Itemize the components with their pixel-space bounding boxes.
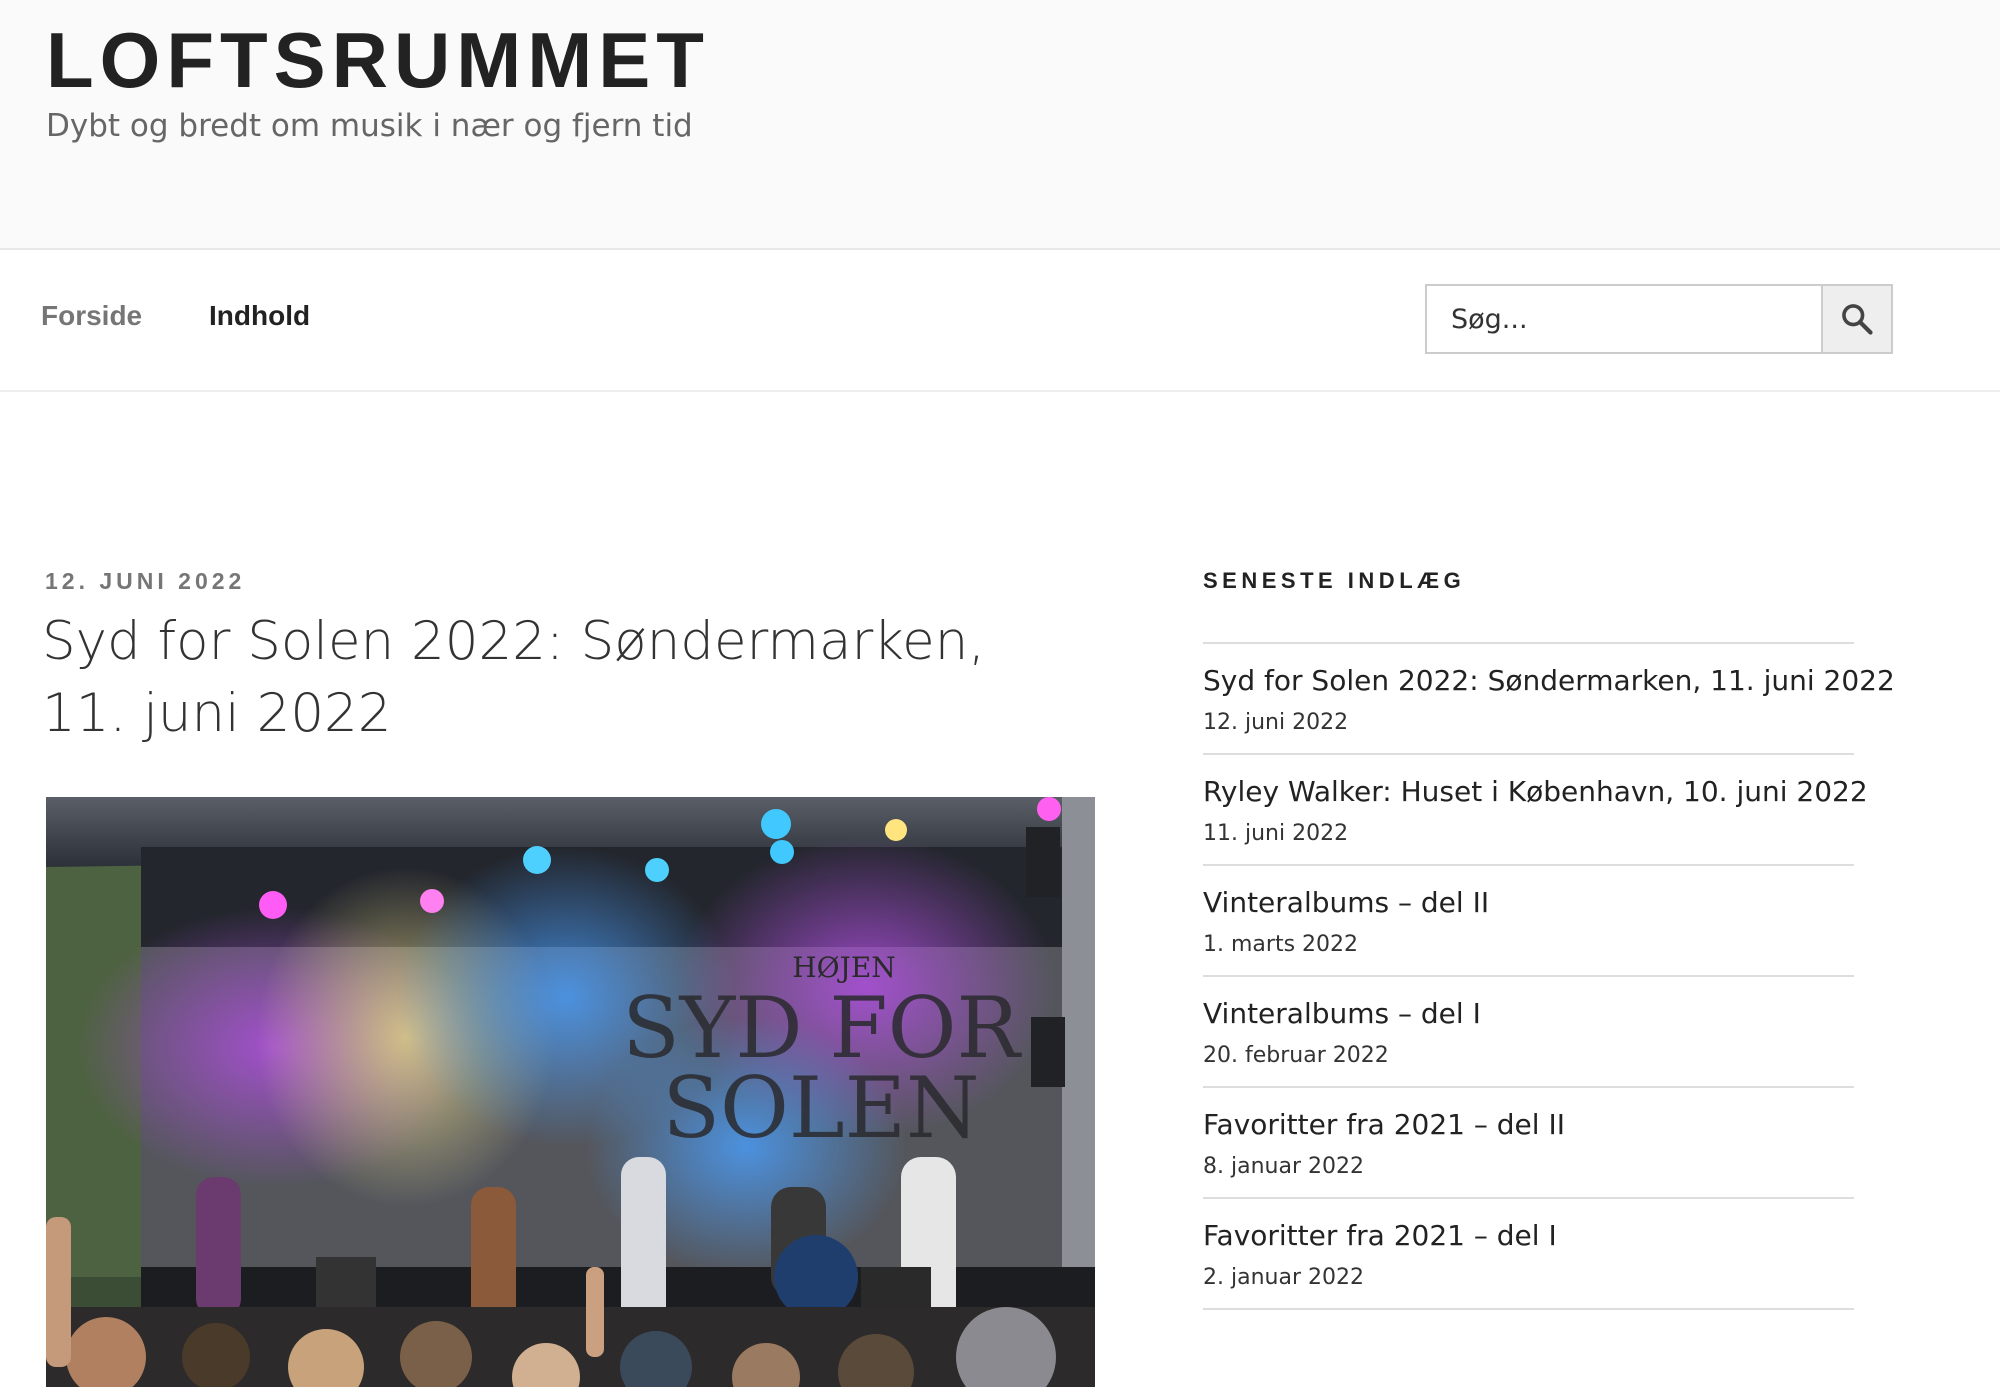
search-button[interactable]	[1821, 286, 1891, 352]
nav-item-forside[interactable]: Forside	[41, 300, 142, 332]
banner-text-solen: SOLEN	[662, 1059, 979, 1157]
concert-photo: HØJEN SYD FOR SOLEN	[46, 797, 1095, 1387]
list-item: Favoritter fra 2021 – del I 2. januar 20…	[1203, 1199, 1854, 1310]
site-description: Dybt og bredt om musik i nær og fjern ti…	[46, 108, 693, 144]
recent-post-date: 11. juni 2022	[1203, 821, 1349, 846]
nav-item-indhold[interactable]: Indhold	[209, 300, 310, 332]
list-item: Favoritter fra 2021 – del II 8. januar 2…	[1203, 1088, 1854, 1199]
recent-post-date: 8. januar 2022	[1203, 1154, 1364, 1179]
recent-post-date: 2. januar 2022	[1203, 1265, 1364, 1290]
recent-post-date: 20. februar 2022	[1203, 1043, 1389, 1068]
recent-post-link[interactable]: Vinteralbums – del II	[1203, 886, 1489, 919]
list-item: Vinteralbums – del II 1. marts 2022	[1203, 866, 1854, 977]
recent-post-link[interactable]: Vinteralbums – del I	[1203, 997, 1481, 1030]
recent-post-link[interactable]: Favoritter fra 2021 – del II	[1203, 1108, 1565, 1141]
search-form	[1425, 284, 1893, 354]
site-header: LOFTSRUMMET Dybt og bredt om musik i nær…	[0, 0, 2000, 250]
post-title[interactable]: Syd for Solen 2022: Søndermarken, 11. ju…	[42, 606, 1082, 750]
recent-post-link[interactable]: Syd for Solen 2022: Søndermarken, 11. ju…	[1203, 664, 1895, 697]
list-item: Ryley Walker: Huset i København, 10. jun…	[1203, 755, 1868, 866]
main-navigation: Forside Indhold	[0, 250, 2000, 392]
search-input[interactable]	[1427, 286, 1821, 352]
post-featured-image[interactable]: HØJEN SYD FOR SOLEN	[46, 797, 1095, 1387]
recent-post-date: 1. marts 2022	[1203, 932, 1359, 957]
site-title[interactable]: LOFTSRUMMET	[46, 17, 710, 104]
recent-post-link[interactable]: Favoritter fra 2021 – del I	[1203, 1219, 1557, 1252]
search-icon	[1842, 304, 1873, 335]
list-item: Syd for Solen 2022: Søndermarken, 11. ju…	[1203, 644, 1895, 755]
recent-post-link[interactable]: Ryley Walker: Huset i København, 10. jun…	[1203, 775, 1868, 808]
list-item: Vinteralbums – del I 20. februar 2022	[1203, 977, 1854, 1088]
post-date[interactable]: 12. JUNI 2022	[45, 568, 245, 595]
recent-posts-title: SENESTE INDLÆG	[1203, 568, 1466, 593]
recent-post-date: 12. juni 2022	[1203, 710, 1349, 735]
recent-posts-list: Syd for Solen 2022: Søndermarken, 11. ju…	[1203, 642, 1895, 1310]
